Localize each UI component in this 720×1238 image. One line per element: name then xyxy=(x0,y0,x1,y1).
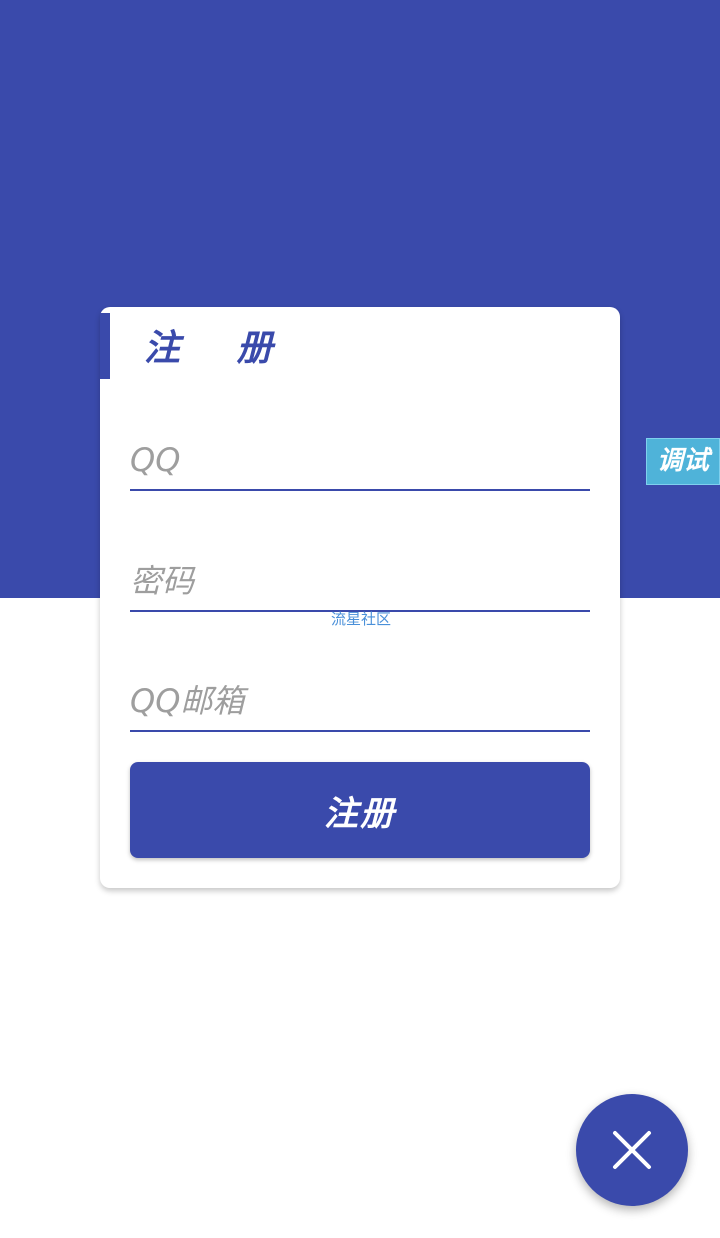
title-accent-bar xyxy=(100,313,110,379)
register-button[interactable]: 注册 xyxy=(130,762,590,858)
qq-field xyxy=(130,431,590,491)
qq-email-input[interactable] xyxy=(130,672,590,730)
qq-input[interactable] xyxy=(130,431,590,489)
card-title: 注 册 xyxy=(144,328,295,369)
close-fab-button[interactable] xyxy=(576,1094,688,1206)
qq-underline xyxy=(130,489,590,491)
password-field xyxy=(130,552,590,612)
email-field xyxy=(130,672,590,732)
register-card: 注 册 注册 xyxy=(100,307,620,888)
debug-tab[interactable]: 调试 xyxy=(646,438,720,485)
password-input[interactable] xyxy=(130,552,590,610)
watermark-text: 流星社区 xyxy=(330,610,391,628)
email-underline xyxy=(130,730,590,732)
close-icon xyxy=(613,1131,651,1169)
